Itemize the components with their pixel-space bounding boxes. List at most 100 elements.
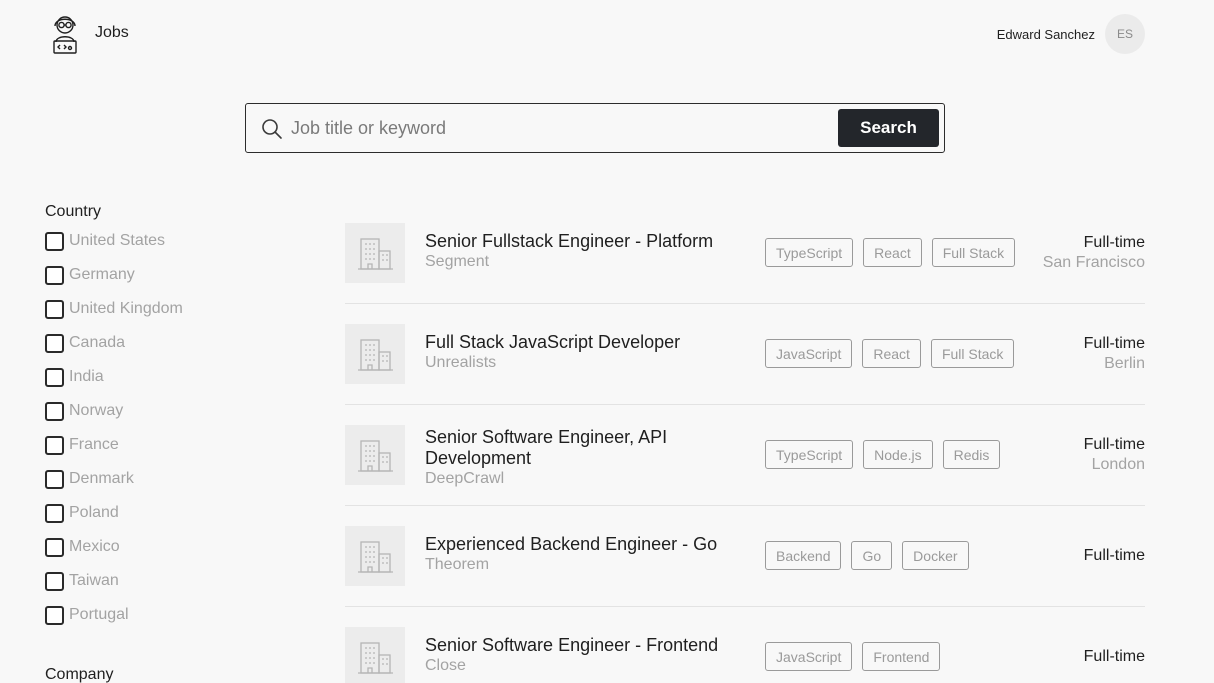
job-card[interactable]: Senior Software Engineer, API Developmen… — [345, 405, 1145, 506]
company-filter-title: Company — [45, 666, 114, 683]
checkbox[interactable] — [45, 572, 64, 591]
company-logo — [345, 425, 405, 485]
job-info: Full Stack JavaScript Developer Unrealis… — [425, 332, 725, 373]
job-company: Theorem — [425, 556, 490, 573]
country-filter-item[interactable]: Denmark — [45, 470, 305, 504]
job-meta: Full-time — [1084, 546, 1145, 566]
job-tags: JavaScript React Full Stack — [765, 339, 1024, 368]
job-type: Full-time — [1083, 436, 1145, 453]
country-label: Denmark — [69, 470, 134, 487]
job-card[interactable]: Experienced Backend Engineer - Go Theore… — [345, 506, 1145, 607]
company-logo — [345, 526, 405, 586]
country-label: India — [69, 368, 104, 385]
job-title[interactable]: Senior Fullstack Engineer - Platform — [425, 231, 725, 252]
country-filter-item[interactable]: Taiwan — [45, 572, 305, 606]
search-bar: Search — [245, 103, 945, 153]
job-card[interactable]: Full Stack JavaScript Developer Unrealis… — [345, 304, 1145, 405]
job-tags: TypeScript Node.js Redis — [765, 440, 1010, 469]
country-label: Poland — [69, 504, 119, 521]
country-filter-item[interactable]: Poland — [45, 504, 305, 538]
country-filter-item[interactable]: Mexico — [45, 538, 305, 572]
job-type: Full-time — [1083, 234, 1145, 251]
job-company: Close — [425, 657, 466, 674]
job-tag[interactable]: Node.js — [863, 440, 933, 469]
brand-title: Jobs — [95, 24, 129, 41]
country-filter-item[interactable]: Norway — [45, 402, 305, 436]
job-title[interactable]: Senior Software Engineer - Frontend — [425, 635, 725, 656]
job-company: Segment — [425, 253, 490, 270]
job-location: Berlin — [1104, 355, 1145, 372]
checkbox[interactable] — [45, 402, 64, 421]
country-filter-item[interactable]: France — [45, 436, 305, 470]
job-tag[interactable]: JavaScript — [765, 642, 853, 671]
company-logo — [345, 324, 405, 384]
job-info: Senior Software Engineer, API Developmen… — [425, 427, 695, 489]
checkbox[interactable] — [45, 368, 64, 387]
country-filter-item[interactable]: United States — [45, 232, 305, 266]
checkbox[interactable] — [45, 504, 64, 523]
user-menu[interactable]: Edward Sanchez ES — [997, 14, 1145, 54]
country-label: Canada — [69, 334, 126, 351]
job-tag[interactable]: Redis — [942, 440, 1001, 469]
building-icon — [358, 339, 393, 371]
checkbox[interactable] — [45, 470, 64, 489]
country-filter-item[interactable]: United Kingdom — [45, 300, 305, 334]
job-location: San Francisco — [1042, 254, 1145, 271]
job-meta: Full-time — [1084, 647, 1145, 667]
job-tag[interactable]: React — [862, 339, 921, 368]
job-tag[interactable]: JavaScript — [765, 339, 853, 368]
checkbox[interactable] — [45, 232, 64, 251]
job-card[interactable]: Senior Software Engineer - Frontend Clos… — [345, 607, 1145, 683]
filter-sidebar: Country United States Germany United Kin… — [45, 203, 305, 683]
developer-logo-icon — [53, 16, 77, 54]
job-title[interactable]: Experienced Backend Engineer - Go — [425, 534, 725, 555]
job-meta: Full-time London — [1084, 435, 1145, 475]
country-label: Mexico — [69, 538, 120, 555]
country-label: United Kingdom — [69, 300, 183, 317]
country-filter-item[interactable]: Germany — [45, 266, 305, 300]
company-logo — [345, 627, 405, 683]
job-list: Senior Fullstack Engineer - Platform Seg… — [345, 203, 1145, 683]
job-info: Experienced Backend Engineer - Go Theore… — [425, 534, 725, 575]
job-tag[interactable]: Go — [851, 541, 893, 570]
job-tag[interactable]: React — [863, 238, 922, 267]
search-button[interactable]: Search — [838, 109, 939, 147]
company-logo — [345, 223, 405, 283]
job-tags: Backend Go Docker — [765, 541, 979, 570]
checkbox[interactable] — [45, 334, 64, 353]
country-filter-title: Country — [45, 203, 102, 220]
job-meta: Full-time San Francisco — [1043, 233, 1145, 273]
checkbox[interactable] — [45, 266, 64, 285]
job-tag[interactable]: Frontend — [862, 642, 941, 671]
checkbox[interactable] — [45, 538, 64, 557]
user-name: Edward Sanchez — [996, 26, 1095, 42]
job-tags: TypeScript React Full Stack — [765, 238, 1025, 267]
job-tag[interactable]: Docker — [902, 541, 969, 570]
job-tag[interactable]: TypeScript — [765, 440, 854, 469]
job-tag[interactable]: Full Stack — [931, 238, 1016, 267]
job-location: London — [1091, 456, 1145, 473]
job-company: Unrealists — [425, 354, 497, 371]
job-card[interactable]: Senior Fullstack Engineer - Platform Seg… — [345, 203, 1145, 304]
search-input[interactable] — [291, 112, 831, 144]
job-meta: Full-time Berlin — [1084, 334, 1145, 374]
job-tag[interactable]: Backend — [765, 541, 842, 570]
avatar[interactable]: ES — [1105, 14, 1145, 54]
checkbox[interactable] — [45, 300, 64, 319]
job-tag[interactable]: Full Stack — [930, 339, 1015, 368]
brand[interactable]: Jobs — [48, 12, 129, 54]
country-filter-item[interactable]: Canada — [45, 334, 305, 368]
job-type: Full-time — [1083, 335, 1145, 352]
country-filter-item[interactable]: India — [45, 368, 305, 402]
app-header: Jobs Edward Sanchez ES — [0, 0, 1214, 66]
job-type: Full-time — [1083, 547, 1145, 564]
country-filter-item[interactable]: Portugal — [45, 606, 305, 640]
checkbox[interactable] — [45, 436, 64, 455]
job-company: DeepCrawl — [425, 470, 505, 487]
job-tag[interactable]: TypeScript — [765, 238, 854, 267]
building-icon — [358, 541, 393, 573]
job-title[interactable]: Senior Software Engineer, API Developmen… — [425, 427, 695, 469]
building-icon — [358, 238, 393, 270]
job-title[interactable]: Full Stack JavaScript Developer — [425, 332, 725, 353]
checkbox[interactable] — [45, 606, 64, 625]
